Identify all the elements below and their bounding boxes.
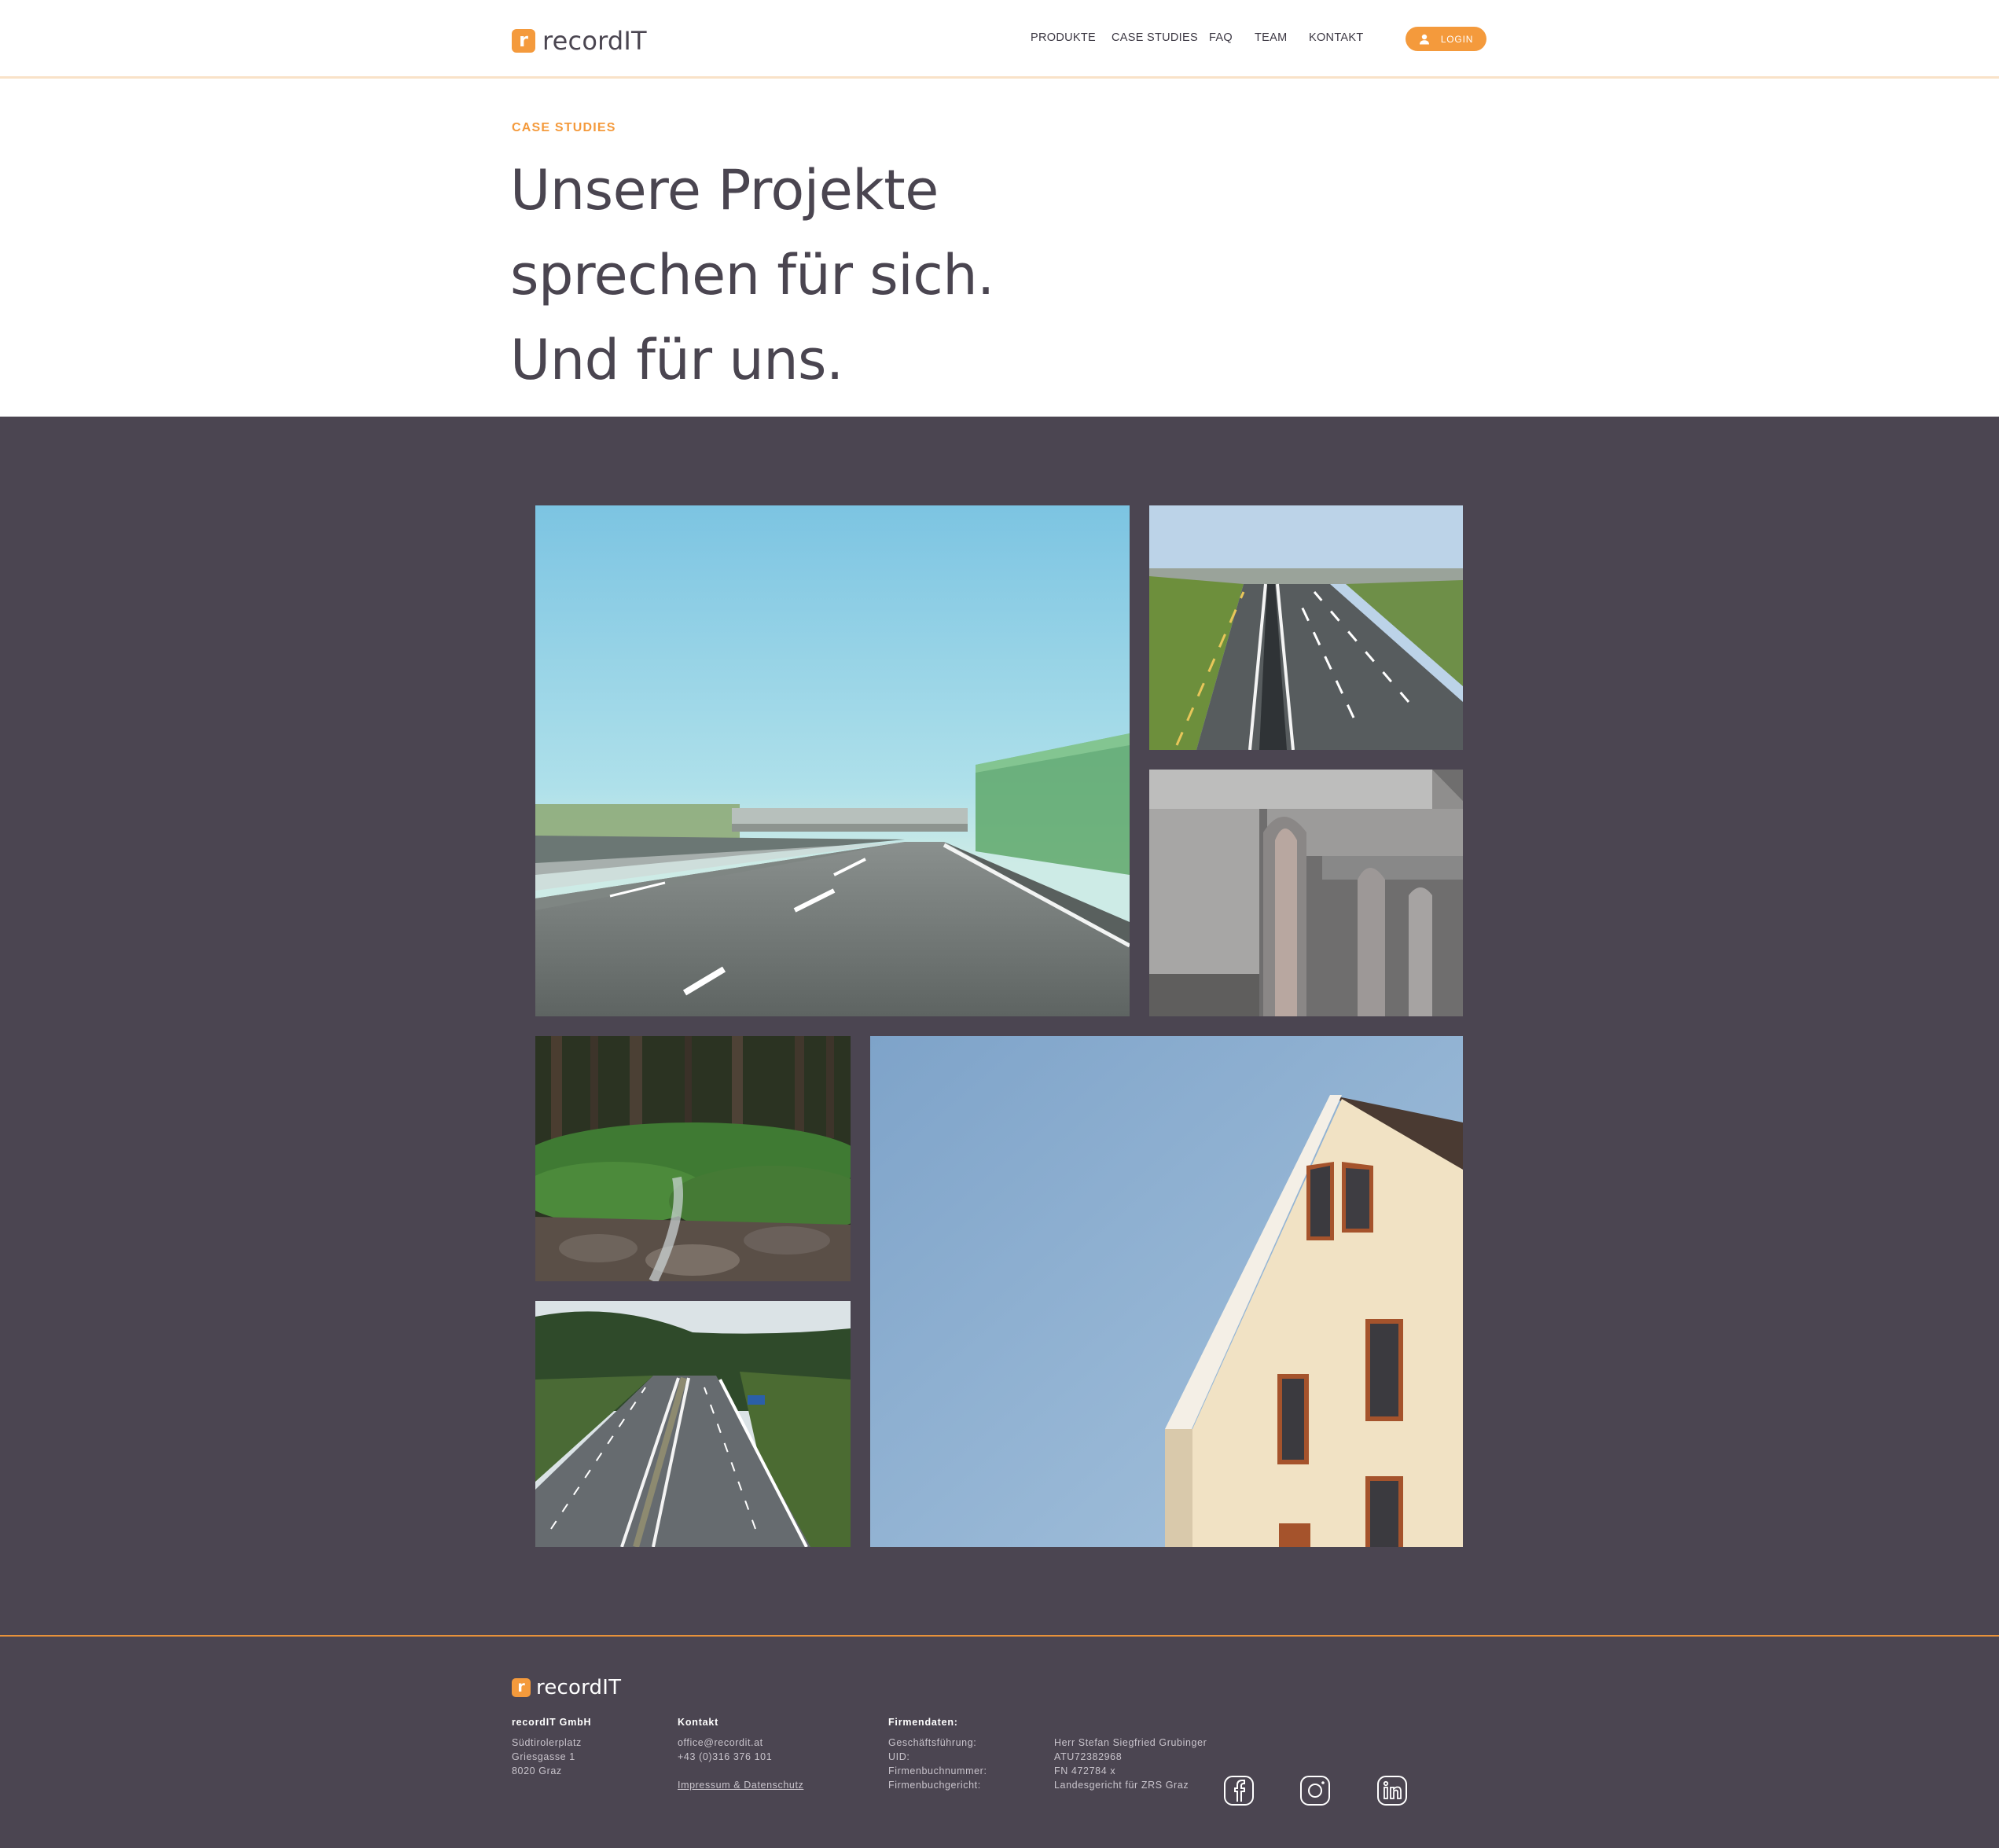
- logo-mark-icon: r: [512, 29, 535, 53]
- address-line-2: Griesgasse 1: [512, 1751, 575, 1762]
- company-name: recordIT GmbH: [512, 1717, 592, 1728]
- header-logo[interactable]: r recordIT: [512, 26, 647, 56]
- firmendaten-label: Firmenbuchnummer:: [888, 1765, 987, 1776]
- nav-item-faq[interactable]: FAQ: [1209, 31, 1233, 44]
- headline-line-2: sprechen für sich.: [510, 243, 994, 307]
- nav-item-kontakt[interactable]: KONTAKT: [1309, 31, 1364, 44]
- login-button[interactable]: LOGIN: [1406, 27, 1486, 51]
- footer-firmendaten-values: Herr Stefan Siegfried Grubinger ATU72382…: [1054, 1736, 1207, 1792]
- firmendaten-value: ATU72382968: [1054, 1751, 1123, 1762]
- contact-heading: Kontakt: [678, 1717, 719, 1728]
- footer-logo[interactable]: r recordIT: [512, 1676, 621, 1699]
- gallery-image-concrete-pillars[interactable]: [1149, 770, 1463, 1016]
- login-label: LOGIN: [1440, 33, 1474, 45]
- logo-wordmark: recordIT: [542, 26, 647, 56]
- footer-contact: Kontakt office@recordit.at +43 (0)316 37…: [678, 1715, 803, 1792]
- gallery-image-curving-motorway[interactable]: [1149, 505, 1463, 750]
- page-headline: Unsere Projekte sprechen für sich. Und f…: [510, 148, 1218, 402]
- footer-logo-mark-icon: r: [512, 1678, 531, 1697]
- firmendaten-label: Firmenbuchgericht:: [888, 1780, 981, 1791]
- gallery-image-house-gable[interactable]: [870, 1036, 1463, 1547]
- address-line-1: Südtirolerplatz: [512, 1737, 582, 1748]
- site-header: r recordIT PRODUKTE CASE STUDIES FAQ TEA…: [0, 0, 1999, 79]
- gallery-image-motorway-barrier[interactable]: [535, 505, 1130, 1016]
- user-icon: [1419, 34, 1429, 44]
- instagram-icon[interactable]: [1299, 1775, 1331, 1806]
- section-eyebrow: CASE STUDIES: [512, 121, 616, 134]
- firmendaten-label: UID:: [888, 1751, 910, 1762]
- site-footer: r recordIT recordIT GmbH Südtirolerplatz…: [0, 1635, 1999, 1848]
- case-studies-gallery: [0, 417, 1999, 1637]
- contact-phone-link[interactable]: +43 (0)316 376 101: [678, 1750, 803, 1764]
- legal-link[interactable]: Impressum & Datenschutz: [678, 1778, 803, 1792]
- firmendaten-value: Herr Stefan Siegfried Grubinger: [1054, 1737, 1207, 1748]
- gallery-image-motorway-hills[interactable]: [535, 1301, 851, 1547]
- facebook-icon[interactable]: [1223, 1775, 1255, 1806]
- nav-item-case-studies[interactable]: CASE STUDIES: [1112, 31, 1198, 44]
- footer-company: recordIT GmbH Südtirolerplatz Griesgasse…: [512, 1715, 591, 1778]
- firmendaten-label: Geschäftsführung:: [888, 1737, 977, 1748]
- contact-email-link[interactable]: office@recordit.at: [678, 1736, 803, 1750]
- headline-line-3: Und für uns.: [510, 328, 843, 392]
- footer-firmendaten-labels: Firmendaten: Geschäftsführung: UID: Firm…: [888, 1715, 987, 1792]
- firmendaten-value: FN 472784 x: [1054, 1765, 1116, 1776]
- footer-logo-wordmark: recordIT: [536, 1676, 622, 1699]
- firmendaten-heading: Firmendaten:: [888, 1717, 958, 1728]
- nav-item-team[interactable]: TEAM: [1255, 31, 1287, 44]
- gallery-image-forest-stream[interactable]: [535, 1036, 851, 1281]
- firmendaten-value: Landesgericht für ZRS Graz: [1054, 1780, 1189, 1791]
- headline-line-1: Unsere Projekte: [510, 158, 939, 222]
- linkedin-icon[interactable]: [1376, 1775, 1408, 1806]
- nav-item-produkte[interactable]: PRODUKTE: [1031, 31, 1096, 44]
- address-line-3: 8020 Graz: [512, 1765, 562, 1776]
